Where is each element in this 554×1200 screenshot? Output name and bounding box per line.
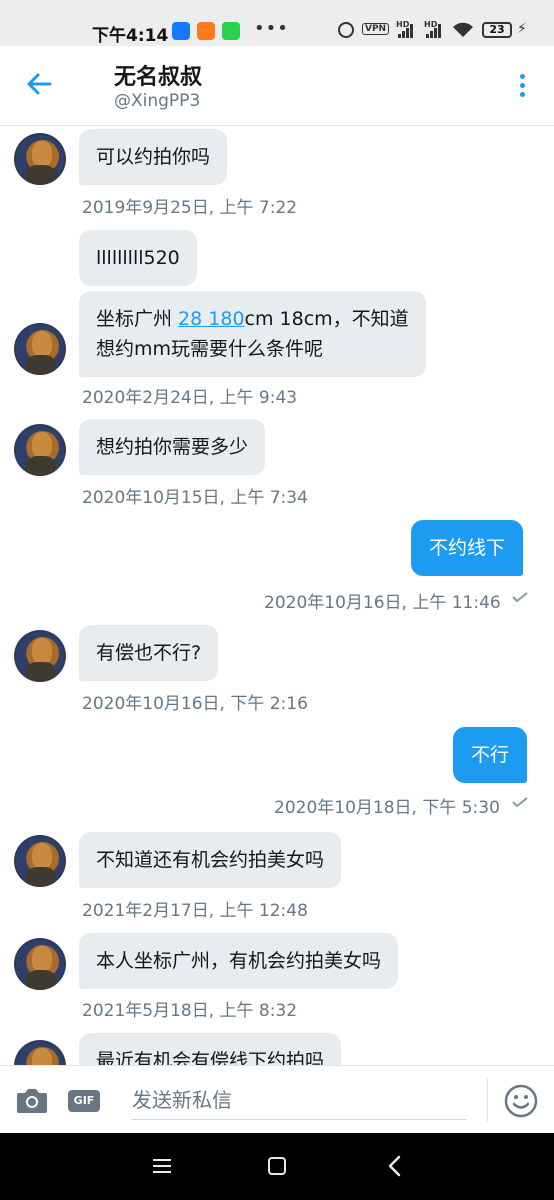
alipay-app-icon <box>172 22 190 40</box>
message-timestamp: 2019年9月25日, 上午 7:22 <box>82 198 298 218</box>
system-nav-bar <box>0 1133 554 1200</box>
message-link[interactable]: 28 180 <box>178 308 244 330</box>
message-bubble-incoming[interactable]: 想约拍你需要多少 <box>79 419 266 475</box>
charging-icon: ⚡ <box>517 21 527 37</box>
avatar[interactable] <box>14 323 66 375</box>
message-bubble-incoming[interactable]: 可以约拍你吗 <box>79 129 228 185</box>
battery-level: 23 <box>489 23 505 36</box>
message-bubble-outgoing[interactable]: 不行 <box>453 727 528 783</box>
battery-icon: 23 <box>482 22 512 38</box>
avatar[interactable] <box>14 630 66 682</box>
message-input[interactable] <box>132 1080 466 1120</box>
compose-divider <box>487 1078 488 1122</box>
contact-handle: @XingPP3 <box>114 91 201 111</box>
avatar[interactable] <box>14 835 66 887</box>
avatar[interactable] <box>14 424 66 476</box>
more-notifications-icon: ••• <box>254 18 289 39</box>
compose-bar: GIF <box>0 1065 554 1133</box>
message-bubble-outgoing[interactable]: 不约线下 <box>411 520 524 576</box>
iqiyi-app-icon <box>222 22 240 40</box>
message-bubble-incoming[interactable]: 本人坐标广州，有机会约拍美女吗 <box>79 933 399 989</box>
status-time: 下午4:14 <box>92 26 169 46</box>
avatar[interactable] <box>14 1040 66 1065</box>
system-back-icon[interactable] <box>386 1155 404 1177</box>
message-text: 坐标广州 <box>96 308 179 330</box>
message-timestamp: 2020年10月16日, 下午 2:16 <box>82 694 308 714</box>
contact-name: 无名叔叔 <box>114 65 203 90</box>
message-bubble-incoming[interactable]: lllllllll520 <box>79 230 197 286</box>
conversation-header: 无名叔叔 @XingPP3 <box>0 46 554 126</box>
alarm-icon <box>338 22 354 38</box>
message-timestamp: 2020年10月18日, 下午 5:30 <box>274 798 500 818</box>
home-icon[interactable] <box>268 1157 286 1175</box>
status-bar: 下午4:14 ••• VPN HD HD 23 ⚡ <box>0 0 554 46</box>
message-list[interactable]: 可以约拍你吗 2019年9月25日, 上午 7:22 lllllllll520 … <box>0 127 554 1065</box>
emoji-icon[interactable] <box>504 1084 538 1118</box>
vpn-badge: VPN <box>362 23 390 35</box>
dm-conversation-screen: 下午4:14 ••• VPN HD HD 23 ⚡ 无名叔叔 @XingPP3 <box>0 0 554 1200</box>
camera-icon[interactable] <box>16 1086 48 1114</box>
message-text: 想约mm玩需要什么条件呢 <box>96 338 324 360</box>
signal-icon-2 <box>426 24 442 38</box>
sent-check-icon <box>512 592 528 602</box>
taobao-app-icon <box>197 22 215 40</box>
message-timestamp: 2021年2月17日, 上午 12:48 <box>82 901 308 921</box>
avatar[interactable] <box>14 133 66 185</box>
message-timestamp: 2020年10月16日, 上午 11:46 <box>264 593 501 613</box>
recent-apps-icon[interactable] <box>153 1158 173 1174</box>
sent-check-icon <box>512 797 528 807</box>
gif-button[interactable]: GIF <box>68 1090 100 1112</box>
back-arrow-icon[interactable] <box>20 64 60 104</box>
message-text: cm 18cm，不知道 <box>244 308 409 330</box>
message-bubble-incoming[interactable]: 有偿也不行? <box>79 625 219 681</box>
message-timestamp: 2020年2月24日, 上午 9:43 <box>82 388 298 408</box>
message-bubble-incoming[interactable]: 最近有机会有偿线下约拍吗 <box>79 1033 342 1065</box>
more-options-icon[interactable] <box>510 70 534 102</box>
signal-icon-1 <box>398 24 414 38</box>
wifi-icon <box>453 22 473 37</box>
message-timestamp: 2020年10月15日, 上午 7:34 <box>82 488 308 508</box>
message-bubble-incoming[interactable]: 坐标广州 28 180cm 18cm，不知道 想约mm玩需要什么条件呢 <box>79 291 426 377</box>
message-bubble-incoming[interactable]: 不知道还有机会约拍美女吗 <box>79 832 342 888</box>
avatar[interactable] <box>14 938 66 990</box>
message-timestamp: 2021年5月18日, 上午 8:32 <box>82 1001 298 1021</box>
